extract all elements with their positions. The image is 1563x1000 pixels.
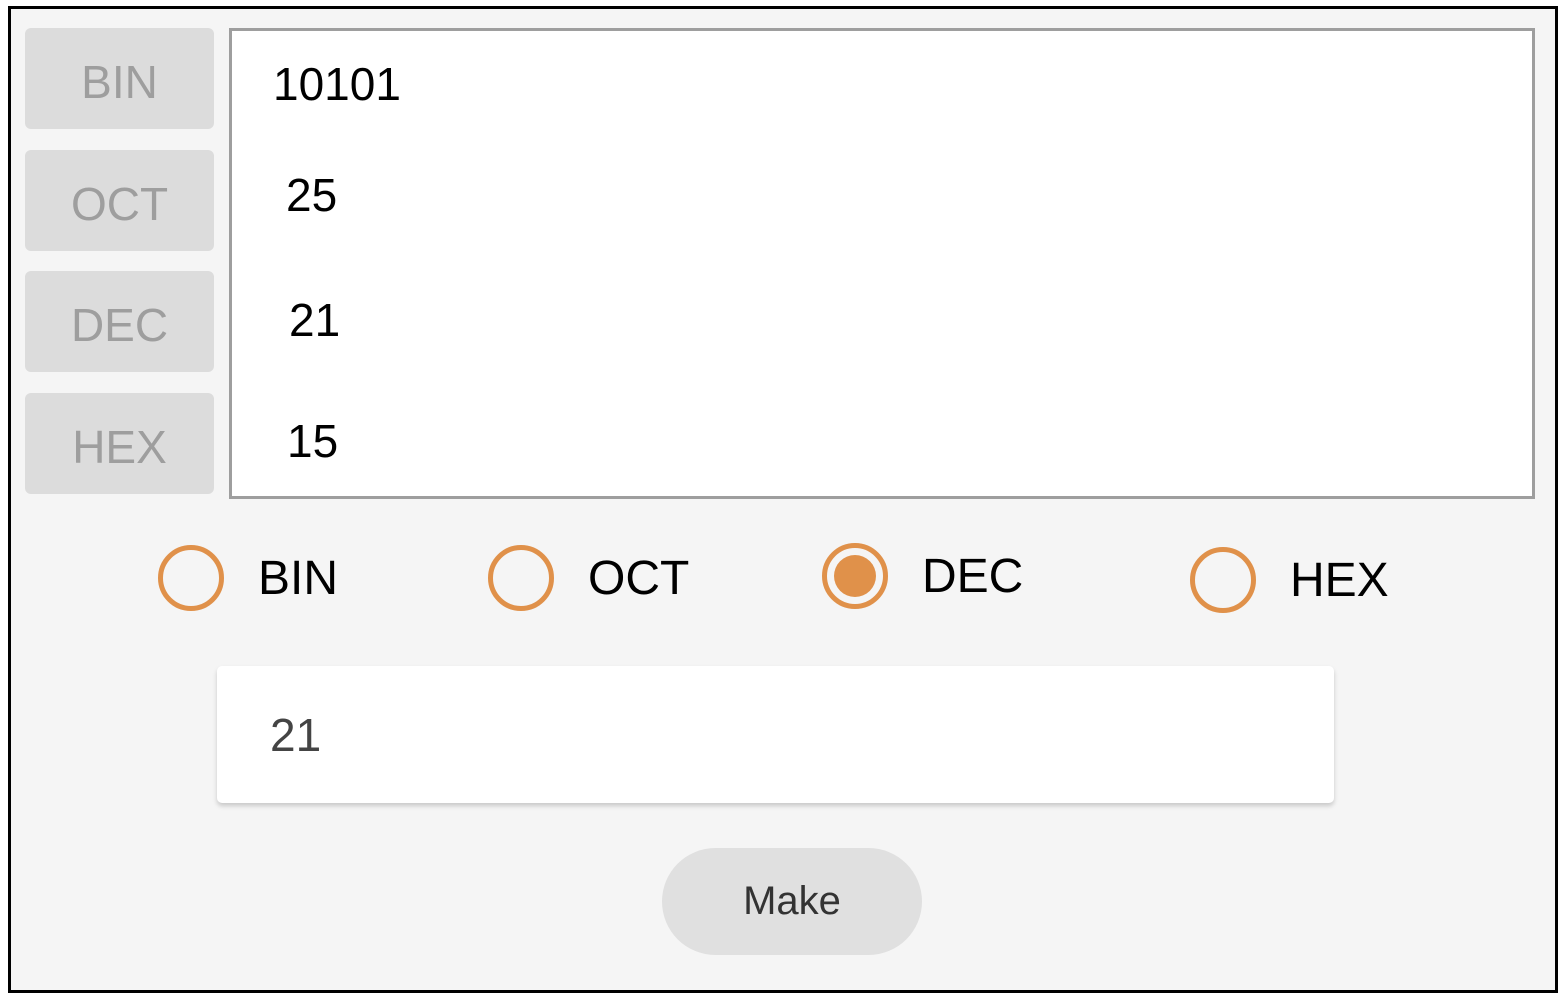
- bin-label-button[interactable]: BIN: [25, 28, 214, 129]
- radio-hex[interactable]: HEX: [1190, 547, 1389, 613]
- oct-result: 25: [286, 169, 338, 221]
- number-input[interactable]: 21: [217, 666, 1334, 803]
- radio-selected-dot: [834, 555, 876, 597]
- results-panel: 10101 25 21 15: [229, 28, 1535, 499]
- base-radio-group: BIN OCT DEC HEX: [11, 539, 1555, 629]
- radio-bin-label: BIN: [258, 551, 339, 605]
- make-button[interactable]: Make: [662, 848, 922, 955]
- dec-result: 21: [289, 294, 341, 346]
- radio-dec-circle[interactable]: [822, 543, 888, 609]
- hex-result: 15: [287, 415, 339, 467]
- hex-label-button[interactable]: HEX: [25, 393, 214, 494]
- oct-label-button[interactable]: OCT: [25, 150, 214, 251]
- radio-bin-circle[interactable]: [158, 545, 224, 611]
- radio-bin[interactable]: BIN: [158, 545, 338, 611]
- radio-dec-label: DEC: [922, 549, 1024, 603]
- radio-hex-label: HEX: [1290, 553, 1389, 607]
- radio-oct-circle[interactable]: [488, 545, 554, 611]
- radio-hex-circle[interactable]: [1190, 547, 1256, 613]
- radio-oct-label: OCT: [588, 551, 690, 605]
- radio-dec[interactable]: DEC: [822, 543, 1023, 609]
- radio-oct[interactable]: OCT: [488, 545, 689, 611]
- converter-window: BIN OCT DEC HEX 10101 25 21 15 BIN OCT D…: [8, 6, 1558, 993]
- dec-label-button[interactable]: DEC: [25, 271, 214, 372]
- bin-result: 10101: [273, 58, 401, 110]
